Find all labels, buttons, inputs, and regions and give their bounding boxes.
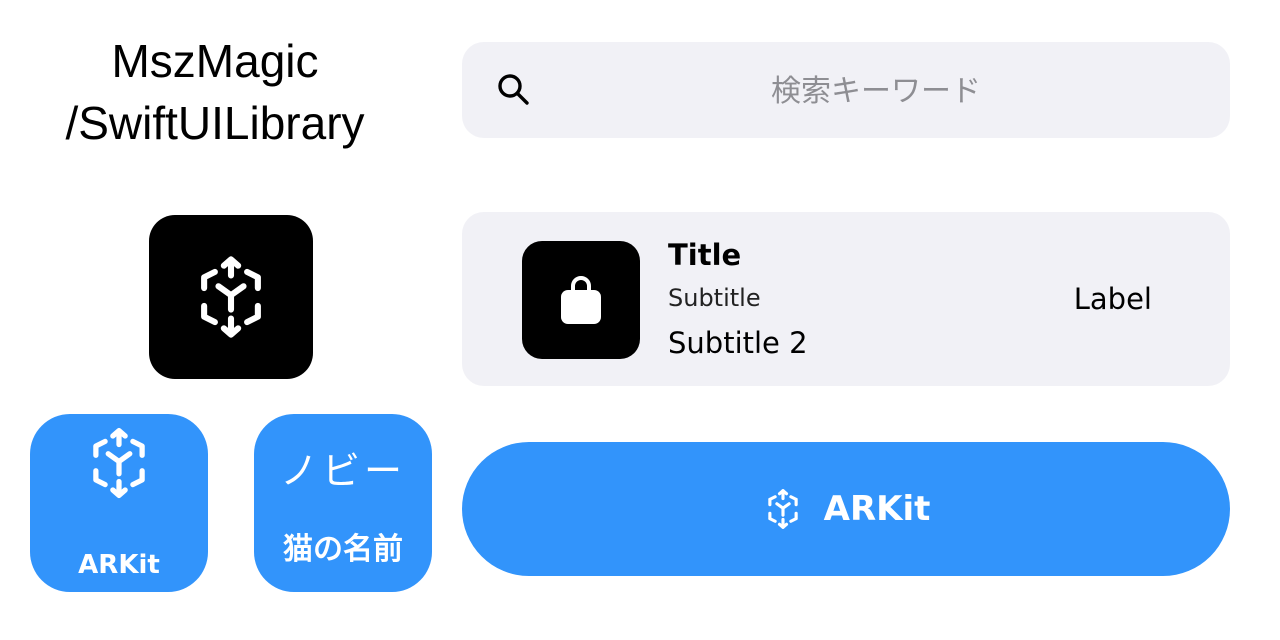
search-bar[interactable]	[462, 42, 1230, 140]
cat-name: ノビー	[279, 449, 406, 493]
arkit-cube-icon	[93, 428, 145, 498]
row-icon-tile	[522, 241, 640, 359]
list-row[interactable]: Title Subtitle Subtitle 2 Label	[462, 212, 1230, 386]
arkit-cube-icon	[767, 489, 798, 529]
arkit-cube-icon	[201, 256, 261, 338]
search-input[interactable]	[542, 42, 1210, 140]
arkit-app-icon-tile[interactable]	[149, 215, 313, 379]
arkit-tile-label: ARKit	[78, 550, 160, 580]
search-icon	[498, 74, 529, 105]
cat-name-caption: 猫の名前	[283, 532, 403, 567]
row-subtitle: Subtitle	[668, 284, 761, 312]
arkit-button[interactable]: ARKit	[462, 442, 1230, 576]
tile-icon-wrap	[30, 426, 208, 500]
row-title: Title	[668, 238, 742, 272]
row-trailing-label: Label	[1073, 282, 1152, 316]
arkit-tile[interactable]: ARKit	[30, 414, 208, 592]
title-line-1: MszMagic	[111, 35, 319, 87]
page-title: MszMagic /SwiftUILibrary	[30, 30, 400, 154]
arkit-button-label: ARKit	[823, 489, 931, 529]
row-subtitle-2: Subtitle 2	[668, 326, 808, 360]
shopping-bag-icon	[561, 276, 601, 324]
cat-name-tile[interactable]: ノビー 猫の名前	[254, 414, 432, 592]
title-line-2: /SwiftUILibrary	[65, 97, 365, 149]
